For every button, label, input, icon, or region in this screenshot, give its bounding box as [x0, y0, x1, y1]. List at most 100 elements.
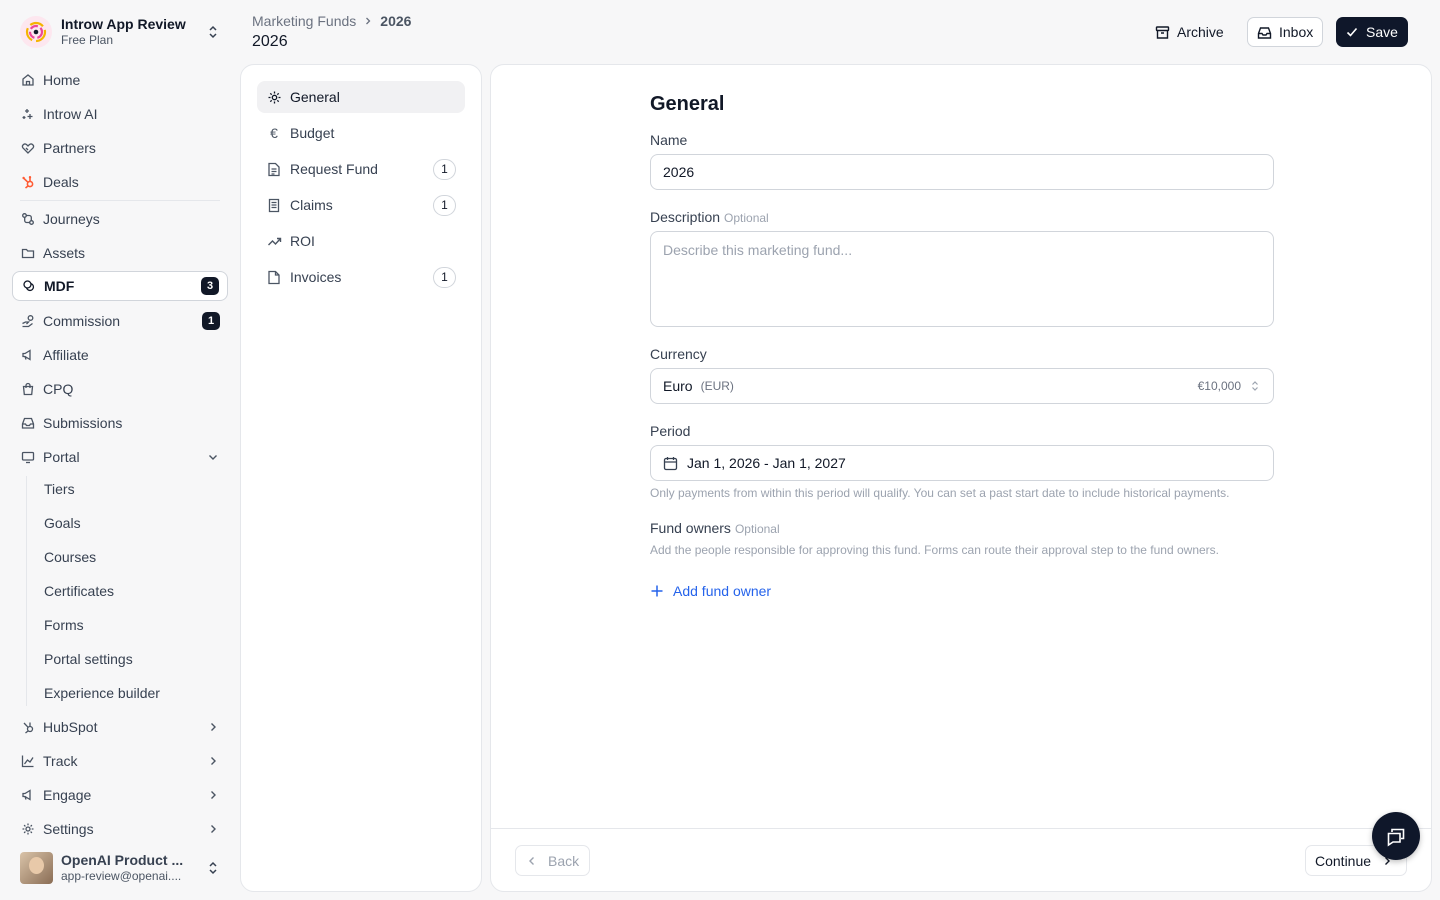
subnav-roi[interactable]: ROI [257, 225, 465, 257]
back-button[interactable]: Back [515, 845, 590, 876]
nav-submissions[interactable]: Submissions [12, 408, 228, 438]
nav-engage-label: Engage [43, 787, 92, 803]
subnav-invoices-label: Invoices [290, 269, 342, 285]
chevron-right-icon [206, 788, 220, 802]
nav-portal-tiers[interactable]: Tiers [36, 474, 228, 504]
archive-label: Archive [1177, 24, 1224, 40]
nav-portal-label: Portal [43, 449, 80, 465]
archive-button[interactable]: Archive [1146, 17, 1233, 47]
nav-journeys[interactable]: Journeys [12, 204, 228, 234]
period-date-picker[interactable]: Jan 1, 2026 - Jan 1, 2027 [650, 445, 1274, 481]
back-label: Back [548, 852, 580, 869]
nav-track[interactable]: Track [12, 746, 228, 776]
subnav-general[interactable]: General [257, 81, 465, 113]
nav-mdf[interactable]: MDF 3 [12, 271, 228, 301]
nav-home[interactable]: Home [12, 65, 228, 95]
chevron-right-icon [362, 15, 374, 27]
inbox-label: Inbox [1279, 24, 1314, 40]
subnav-invoices[interactable]: Invoices 1 [257, 261, 465, 293]
chevron-right-icon [206, 720, 220, 734]
nav-deals[interactable]: Deals [12, 167, 228, 197]
user-email: app-review@openai.... [61, 869, 182, 883]
nav-portal-courses-label: Courses [44, 549, 97, 565]
nav-portal-goals[interactable]: Goals [36, 508, 228, 538]
inbox-icon [1257, 25, 1272, 40]
chevrons-up-down-icon [206, 25, 220, 39]
workspace-switcher[interactable]: Introw App Review Free Plan [12, 8, 228, 56]
subnav-request-fund[interactable]: Request Fund 1 [257, 153, 465, 185]
file-icon [266, 269, 282, 285]
nav-deals-label: Deals [43, 174, 79, 190]
nav-hubspot[interactable]: HubSpot [12, 712, 228, 742]
nav-portal-goals-label: Goals [44, 515, 81, 531]
footer-divider [491, 828, 1431, 829]
sparkles-icon [20, 107, 35, 122]
chevrons-up-down-icon [206, 861, 220, 875]
nav-portal-certificates[interactable]: Certificates [36, 576, 228, 606]
nav-home-label: Home [43, 72, 81, 88]
nav-settings[interactable]: Settings [12, 814, 228, 844]
nav-assets[interactable]: Assets [12, 238, 228, 268]
user-menu[interactable]: OpenAI Product ... app-review@openai.... [12, 846, 228, 890]
currency-select[interactable]: Euro (EUR) €10,000 [650, 368, 1274, 404]
hubspot-sprocket-icon [20, 720, 35, 735]
nav-affiliate[interactable]: Affiliate [12, 340, 228, 370]
nav-cpq[interactable]: CPQ [12, 374, 228, 404]
name-input[interactable]: 2026 [650, 154, 1274, 190]
inbox-icon [20, 416, 35, 431]
nav-portal[interactable]: Portal [12, 442, 228, 472]
fund-owners-label-text: Fund owners [650, 520, 731, 536]
save-label: Save [1366, 24, 1398, 40]
nav-portal-forms[interactable]: Forms [36, 610, 228, 640]
nav-portal-settings[interactable]: Portal settings [36, 644, 228, 674]
file-text-icon [266, 161, 282, 177]
nav-partners[interactable]: Partners [12, 133, 228, 163]
breadcrumb: Marketing Funds 2026 [252, 13, 411, 29]
avatar [20, 852, 53, 884]
description-placeholder: Describe this marketing fund... [663, 242, 853, 258]
nav-introw-ai[interactable]: Introw AI [12, 99, 228, 129]
name-input-value: 2026 [663, 164, 695, 180]
user-name: OpenAI Product ... [61, 852, 184, 868]
nav-portal-tiers-label: Tiers [44, 481, 75, 497]
coins-icon [21, 279, 36, 294]
check-icon [1345, 25, 1359, 39]
inbox-button[interactable]: Inbox [1247, 17, 1324, 47]
description-label-text: Description [650, 209, 721, 225]
chevron-right-icon [206, 754, 220, 768]
subnav-budget[interactable]: € Budget [257, 117, 465, 149]
plus-icon [650, 584, 664, 598]
period-value: Jan 1, 2026 - Jan 1, 2027 [687, 455, 846, 471]
chevron-down-icon [206, 450, 220, 464]
currency-amount: €10,000 [1197, 379, 1241, 393]
nav-affiliate-label: Affiliate [43, 347, 89, 363]
nav-submissions-label: Submissions [43, 415, 123, 431]
currency-label: Currency [650, 346, 707, 362]
name-label: Name [650, 132, 687, 148]
portal-subnav-line [26, 476, 27, 706]
description-optional: Optional [724, 211, 769, 225]
fund-owners-help-text: Add the people responsible for approving… [650, 543, 1220, 557]
nav-portal-courses[interactable]: Courses [36, 542, 228, 572]
chat-widget-button[interactable] [1372, 812, 1420, 860]
mdf-count-badge: 3 [201, 277, 219, 295]
page-title: 2026 [252, 33, 288, 50]
description-textarea[interactable]: Describe this marketing fund... [650, 231, 1274, 327]
nav-portal-forms-label: Forms [44, 617, 84, 633]
name-label-text: Name [650, 132, 688, 148]
home-icon [20, 73, 35, 88]
breadcrumb-parent[interactable]: Marketing Funds [252, 13, 356, 29]
nav-commission-label: Commission [43, 313, 121, 329]
euro-icon: € [270, 125, 278, 141]
add-fund-owner-button[interactable]: Add fund owner [650, 583, 771, 599]
nav-engage[interactable]: Engage [12, 780, 228, 810]
save-button[interactable]: Save [1336, 17, 1408, 47]
chat-icon [1385, 825, 1407, 847]
chevrons-up-down-icon [1249, 380, 1261, 392]
nav-hubspot-label: HubSpot [43, 719, 98, 735]
nav-track-label: Track [43, 753, 78, 769]
nav-commission[interactable]: Commission 1 [12, 306, 228, 336]
nav-cpq-label: CPQ [43, 381, 74, 397]
nav-portal-experience-builder[interactable]: Experience builder [36, 678, 228, 708]
subnav-claims[interactable]: Claims 1 [257, 189, 465, 221]
